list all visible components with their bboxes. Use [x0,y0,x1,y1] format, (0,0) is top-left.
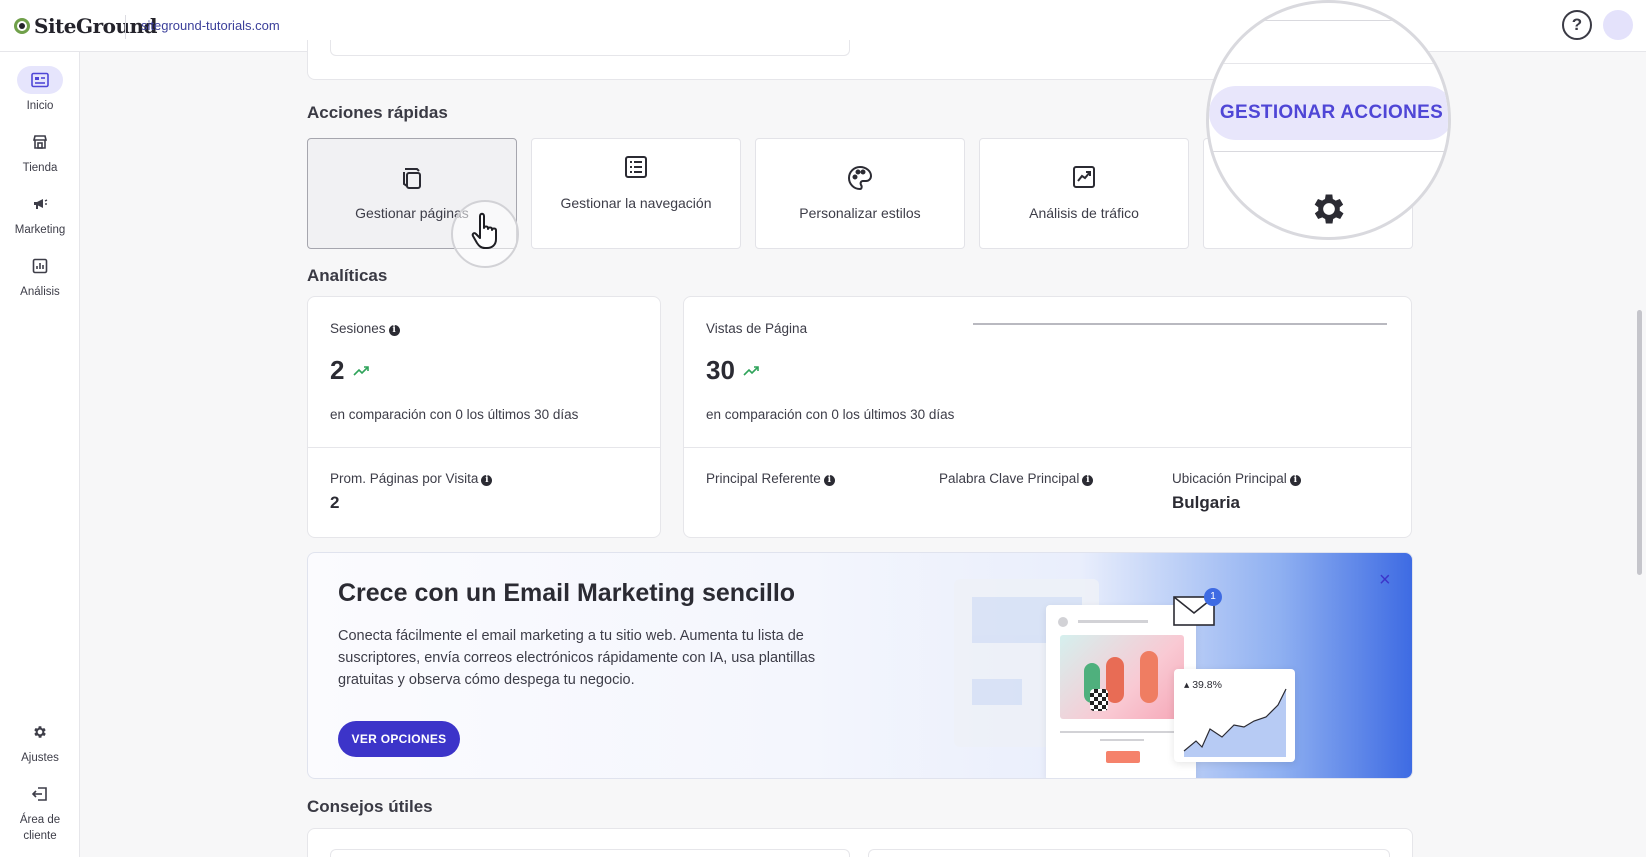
top-location-label-text: Ubicación Principal [1172,471,1287,486]
sidebar-item-label: Marketing [14,224,66,236]
tip-item[interactable] [330,849,850,857]
sidebar-item-label: Inicio [26,100,54,112]
promo-text: Conecta fácilmente el email marketing a … [338,628,816,688]
sidebar-item-inicio[interactable]: Inicio [0,66,80,114]
sessions-label: Sesiones i [330,321,400,336]
help-icon[interactable]: ? [1562,10,1592,40]
illustration-line [1060,731,1184,733]
vase-shape [1090,689,1108,711]
info-icon[interactable]: i [388,325,400,336]
siteground-logo[interactable]: SiteGround [14,14,158,38]
illustration-dot [1058,617,1068,627]
previous-section-inner [330,40,850,56]
avg-pages-label: Prom. Páginas por Visita i [330,471,493,486]
analytics-title: Analíticas [307,266,388,285]
avg-pages-value: 2 [330,493,340,512]
vases-image [1060,635,1184,719]
top-location-value: Bulgaria [1172,493,1241,512]
hand-cursor-icon [471,212,497,249]
sidebar-item-ajustes[interactable]: Ajustes [0,718,80,766]
pageviews-card: Vistas de Página 30 en comparación con 0… [683,296,1412,538]
avg-pages-label-text: Prom. Páginas por Visita [330,471,479,486]
sidebar-item-area-cliente[interactable]: Área de cliente [0,780,80,844]
logo-mark-icon [14,18,30,34]
info-icon[interactable]: i [1082,475,1094,486]
promo-title: Crece con un Email Marketing sencillo [338,579,796,607]
sessions-value: 2 [330,355,345,385]
sidebar-item-label: Análisis [20,286,60,298]
quick-action-label: Gestionar la navegación [560,195,712,211]
sidebar-item-tienda[interactable]: Tienda [0,128,80,176]
magnifier-line [1209,63,1448,64]
gear-icon [17,718,63,746]
illustration-line [1100,739,1144,741]
quick-actions-title: Acciones rápidas [307,103,448,122]
pages-icon [403,168,421,189]
chart-icon [17,252,63,280]
user-avatar[interactable] [1603,10,1633,40]
site-selector-link[interactable]: siteground-tutorials.com [141,18,280,33]
growth-chart [1183,688,1287,757]
quick-action-label: Análisis de tráfico [1029,205,1139,221]
top-location-label: Ubicación Principal i [1172,471,1301,486]
illustration-button [1106,751,1140,763]
info-icon[interactable]: i [823,475,835,486]
page-scrollbar[interactable] [1637,310,1642,575]
info-icon[interactable]: i [481,475,493,486]
megaphone-icon [17,190,63,218]
vase-shape [1140,651,1158,703]
logo-text: SiteGround [34,14,158,38]
sidebar-item-analisis[interactable]: Análisis [0,252,80,300]
traffic-chart-icon [1073,166,1095,188]
card-divider [308,447,660,448]
ver-opciones-button[interactable]: VER OPCIONES [338,721,460,757]
trend-up-icon [743,366,759,376]
email-marketing-banner: Crece con un Email Marketing sencillo Co… [307,552,1413,779]
header-divider [125,15,126,39]
store-icon [17,128,63,156]
notification-badge: 1 [1204,588,1222,606]
pageviews-value: 30 [706,355,735,385]
quick-action-gestionar-navegacion[interactable]: Gestionar la navegación [531,138,741,249]
zoom-magnifier: GESTIONAR ACCIONES [1206,0,1451,240]
magnifier-line [1209,151,1448,152]
card-divider [684,447,1411,448]
palette-icon [848,165,873,191]
sidebar-item-label: Ajustes [21,752,59,764]
sidebar-item-marketing[interactable]: Marketing [0,190,80,238]
gear-icon [1314,194,1344,224]
exit-icon [17,780,63,808]
trend-up-icon [353,366,369,376]
sessions-card: Sesiones i 2 en comparación con 0 los últ… [307,296,661,538]
sidebar-item-label: Tienda [22,162,58,174]
navigation-list-icon [625,156,647,178]
sidebar: Inicio Tienda Marketing Análisis Ajustes… [0,52,80,857]
illustration-line [1078,620,1148,623]
quick-action-personalizar-estilos[interactable]: Personalizar estilos [755,138,965,249]
magnifier-line [1209,20,1448,21]
tips-title: Consejos útiles [307,797,433,816]
top-keyword-label: Palabra Clave Principal i [939,471,1094,486]
gestionar-acciones-zoomed-label[interactable]: GESTIONAR ACCIONES [1209,86,1448,140]
top-keyword-label-text: Palabra Clave Principal [939,471,1080,486]
info-icon[interactable]: i [1289,475,1301,486]
illustration-block [972,679,1022,705]
pageviews-sparkline [973,323,1387,325]
vase-shape [1106,657,1124,703]
tip-item[interactable] [868,849,1390,857]
dashboard-icon [17,66,63,94]
tips-card [307,828,1413,857]
quick-action-analisis-trafico[interactable]: Análisis de tráfico [979,138,1189,249]
close-icon[interactable]: × [1379,569,1391,592]
pageviews-comparison: en comparación con 0 los últimos 30 días [706,407,955,422]
sessions-comparison: en comparación con 0 los últimos 30 días [330,407,579,422]
top-referrer-label-text: Principal Referente [706,471,821,486]
top-referrer-label: Principal Referente i [706,471,835,486]
sessions-label-text: Sesiones [330,321,386,336]
sidebar-item-label: Área de cliente [19,814,61,842]
quick-action-label: Personalizar estilos [799,205,921,221]
stats-card: ▴ 39.8% [1174,669,1295,762]
pageviews-label: Vistas de Página [706,321,808,336]
